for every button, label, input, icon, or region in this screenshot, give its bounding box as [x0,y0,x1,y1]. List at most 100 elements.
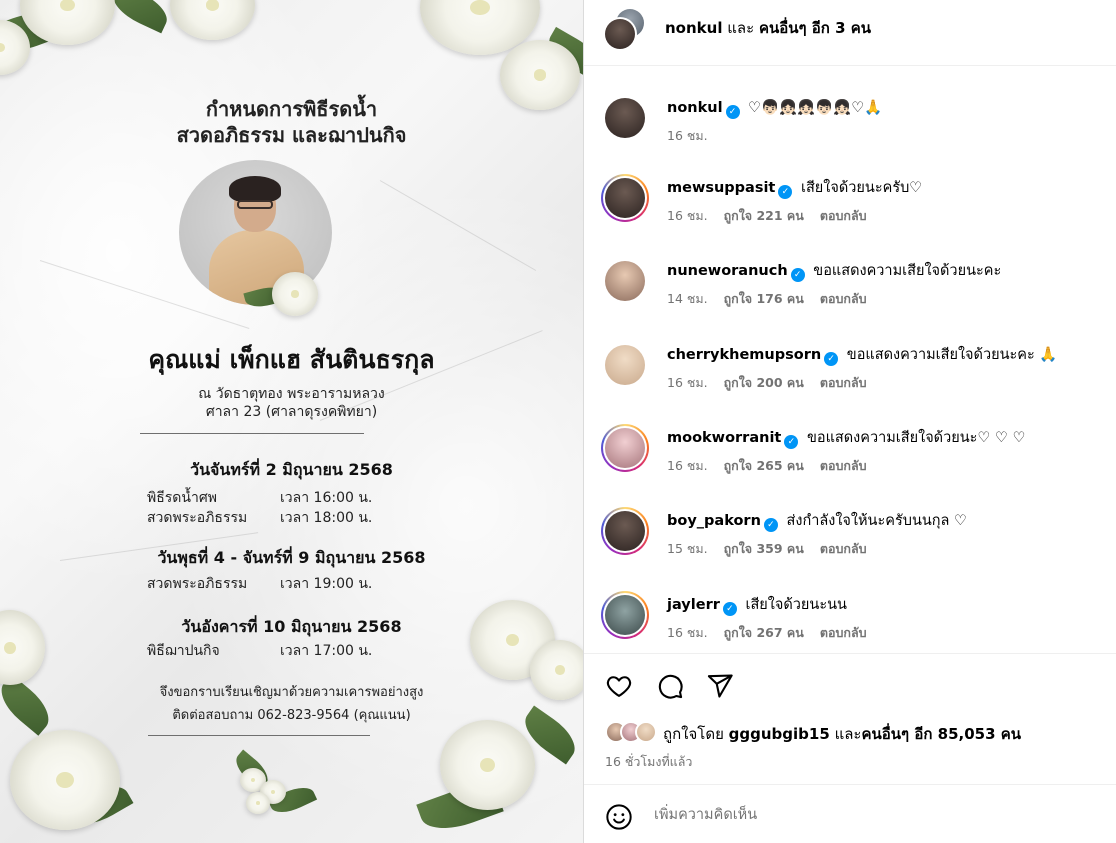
liked-by-prefix: ถูกใจโดย [663,725,724,743]
comment-icon[interactable] [654,670,686,702]
and-text: และ [727,19,755,37]
comment-username[interactable]: nuneworanuch [667,263,788,279]
verified-badge-icon: ✓ [790,268,805,282]
comment-line: jaylerr ✓ เสียใจด้วยนะนน [667,595,847,616]
post-actions: ถูกใจโดย gggubgib15 และคนอื่นๆ อีก 85,05… [584,653,1116,783]
comment-text: ส่งกำลังใจให้นะครับนนกุล ♡ [786,513,968,529]
verified-badge-icon: ✓ [725,105,740,119]
reply-button[interactable]: ตอบกลับ [820,541,867,556]
comment-avatar[interactable] [605,511,645,551]
comment-username[interactable]: boy_pakorn [667,513,761,529]
comment-meta: 14 ชม. ถูกใจ 176 คน ตอบกลับ [667,289,879,309]
add-comment-bar [584,784,1116,843]
caption-username[interactable]: nonkul [667,100,723,116]
comment-avatar[interactable] [605,178,645,218]
comment-avatar[interactable] [605,595,645,635]
comment-line: nuneworanuch ✓ ขอแสดงความเสียใจด้วยนะคะ [667,261,1001,282]
reply-button[interactable]: ตอบกลับ [820,375,867,390]
comment-likes[interactable]: ถูกใจ 359 คน [724,541,804,556]
comment-text: ขอแสดงความเสียใจด้วยนะคะ [813,263,1002,279]
post-panel: nonkul และ คนอื่นๆ อีก 3 คน nonkul ✓ ♡👦🏻👧… [583,0,1116,843]
comment-meta: 15 ชม. ถูกใจ 359 คน ตอบกลับ [667,539,879,559]
comment-time: 16 ชม. [667,458,708,473]
comment-line: boy_pakorn ✓ ส่งกำลังใจให้นะครับนนกุล ♡ [667,511,967,532]
event-time: เวลา 19:00 น. [280,576,373,592]
comment-avatar[interactable] [605,345,645,385]
reply-button[interactable]: ตอบกลับ [820,291,867,306]
deceased-name: คุณแม่ เพ็กแฮ สันตินธรกุล [148,345,435,374]
event-time: เวลา 17:00 น. [280,643,373,659]
reply-button[interactable]: ตอบกลับ [820,208,867,223]
add-comment-input[interactable] [654,803,1074,827]
comment-username[interactable]: mookworranit [667,430,781,446]
jasmine-flower [246,792,270,814]
post-header: nonkul และ คนอื่นๆ อีก 3 คน [584,0,1116,66]
comment-likes[interactable]: ถูกใจ 267 คน [724,625,804,640]
comment-meta: 16 ชม. ถูกใจ 221 คน ตอบกลับ [667,206,879,226]
author-username[interactable]: nonkul [665,19,722,37]
emoji-icon[interactable] [603,801,635,833]
caption: nonkul ✓ ♡👦🏻👧🏻👧🏻👦🏻👧🏻♡🙏 16 ชม. [584,98,1116,178]
comment-username[interactable]: jaylerr [667,597,720,613]
contact-text: ติดต่อสอบถาม 062-823-9564 (คุณแนน) [172,708,411,723]
comment-likes[interactable]: ถูกใจ 176 คน [724,291,804,306]
comment-meta: 16 ชม. ถูกใจ 200 คน ตอบกลับ [667,373,879,393]
comment-avatar[interactable] [605,261,645,301]
comment-likes[interactable]: ถูกใจ 200 คน [724,375,804,390]
comment-username[interactable]: mewsuppasit [667,180,775,196]
others-link[interactable]: คนอื่นๆ อีก 3 คน [759,19,871,37]
comment-time: 16 ชม. [667,625,708,640]
jasmine-flower [170,0,255,40]
caption-avatar[interactable] [605,98,645,138]
author-avatar[interactable] [605,19,635,49]
venue-line2: ศาลา 23 (ศาลาดุรงคพิทยา) [205,404,378,420]
post-image: กำหนดการพิธีรดน้ำ สวดอภิธรรม และฌาปนกิจ … [0,0,583,843]
comment-time: 16 ชม. [667,375,708,390]
leaf [106,0,174,34]
schedule-date: วันอังคารที่ 10 มิถุนายน 2568 [181,617,402,636]
jasmine-flower [440,720,535,810]
comment-text: เสียใจด้วยนะนน [745,597,847,613]
divider [140,433,364,434]
event-time: เวลา 18:00 น. [280,510,373,526]
jasmine-flower [272,272,318,316]
comment-line: cherrykhemupsorn ✓ ขอแสดงความเสียใจด้วยนะ… [667,345,1057,366]
comment-item: mookworranit ✓ ขอแสดงความเสียใจด้วยนะ♡ ♡ … [584,424,1116,508]
caption-text: ♡👦🏻👧🏻👧🏻👦🏻👧🏻♡🙏 [748,100,883,116]
verified-badge-icon: ✓ [722,602,737,616]
schedule-date: วันพุธที่ 4 - จันทร์ที่ 9 มิถุนายน 2568 [157,548,426,567]
liker-avatar [635,721,657,743]
reply-button[interactable]: ตอบกลับ [820,625,867,640]
comment-username[interactable]: cherrykhemupsorn [667,347,821,363]
comment-text: ขอแสดงความเสียใจด้วยนะคะ 🙏 [846,347,1058,363]
heart-icon[interactable] [603,670,635,702]
comment-item: cherrykhemupsorn ✓ ขอแสดงความเสียใจด้วยนะ… [584,345,1116,425]
comment-likes[interactable]: ถูกใจ 221 คน [724,208,804,223]
post-authors: nonkul และ คนอื่นๆ อีก 3 คน [665,18,871,38]
comment-time: 15 ชม. [667,541,708,556]
reply-button[interactable]: ตอบกลับ [820,458,867,473]
caption-meta: 16 ชม. [667,126,720,146]
comment-time: 14 ชม. [667,291,708,306]
invite-text: จึงขอกราบเรียนเชิญมาด้วยความเคารพอย่างสู… [159,685,424,700]
venue-line1: ณ วัดธาตุทอง พระอารามหลวง [198,386,385,402]
comment-meta: 16 ชม. ถูกใจ 265 คน ตอบกลับ [667,456,879,476]
card-title-line1: กำหนดการพิธีรดน้ำ [205,97,378,121]
post-time[interactable]: 16 ชั่วโมงที่แล้ว [605,752,692,772]
comment-text: เสียใจด้วยนะครับ♡ [800,180,923,196]
liked-by-and: และ [834,725,862,743]
comment-avatar[interactable] [605,428,645,468]
comment-item: boy_pakorn ✓ ส่งกำลังใจให้นะครับนนกุล ♡ 1… [584,507,1116,591]
comment-item: mewsuppasit ✓ เสียใจด้วยนะครับ♡ 16 ชม. ถู… [584,174,1116,258]
card-title-line2: สวดอภิธรรม และฌาปนกิจ [176,123,407,147]
verified-badge-icon: ✓ [778,185,793,199]
liked-by-user[interactable]: gggubgib15 [729,725,830,743]
comment-time: 16 ชม. [667,208,708,223]
comment-line: mookworranit ✓ ขอแสดงความเสียใจด้วยนะ♡ ♡ … [667,428,1026,449]
verified-badge-icon: ✓ [763,518,778,532]
event-name: สวดพระอภิธรรม [147,576,248,592]
verified-badge-icon: ✓ [784,435,799,449]
share-icon[interactable] [704,670,736,702]
comment-likes[interactable]: ถูกใจ 265 คน [724,458,804,473]
liked-by-others[interactable]: คนอื่นๆ อีก 85,053 คน [861,725,1021,743]
